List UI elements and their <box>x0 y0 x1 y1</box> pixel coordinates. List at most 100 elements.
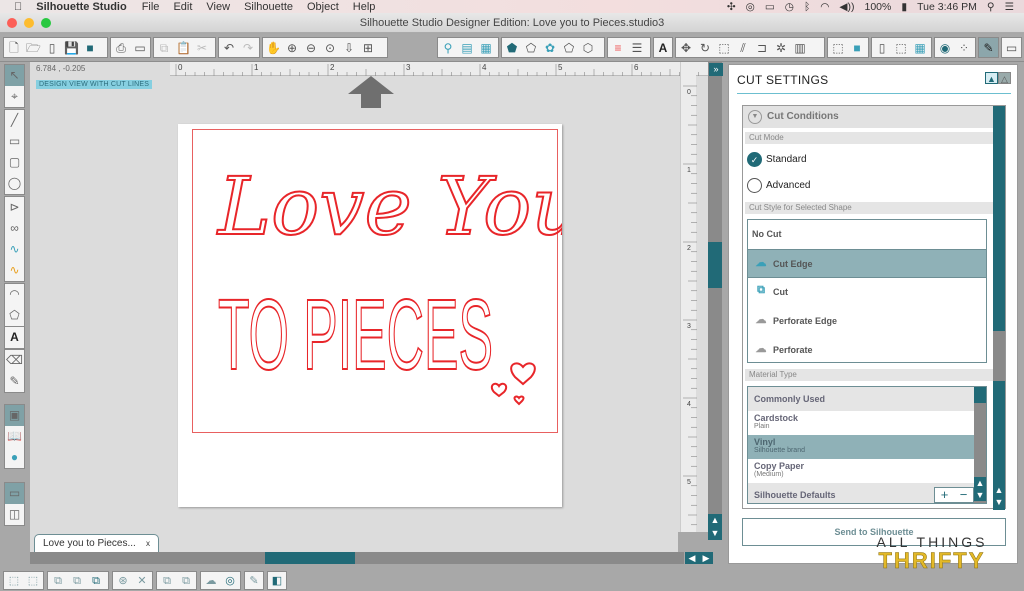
offset-icon[interactable]: ▥ <box>793 41 807 55</box>
design-artwork[interactable]: Love You TO PIECES <box>178 124 562 507</box>
library-icon[interactable]: ▯ <box>45 41 59 55</box>
menu-edit[interactable]: Edit <box>173 1 192 13</box>
zoom-select-icon[interactable]: ⊙ <box>323 41 337 55</box>
heart-large[interactable] <box>510 362 536 386</box>
pixscan-icon[interactable]: ⬡ <box>581 41 595 55</box>
cut-icon[interactable]: ✂ <box>195 41 209 55</box>
cut-style-perforate[interactable]: ☁ Perforate <box>748 336 986 365</box>
shear-icon[interactable]: ⫽ <box>736 41 750 55</box>
align-icon[interactable]: ⊐ <box>755 41 769 55</box>
vertical-scroll-thumb[interactable] <box>708 242 722 288</box>
undo-icon[interactable]: ↶ <box>222 41 236 55</box>
radio-checked-icon[interactable]: ✓ <box>747 152 762 167</box>
material-scroll-down[interactable]: ▼ <box>974 489 986 501</box>
cut-style-perforate-edge[interactable]: ☁ Perforate Edge <box>748 307 986 336</box>
scroll-up-button[interactable]: ▲ <box>708 514 722 527</box>
material-vinyl[interactable]: Vinyl Silhouette brand <box>748 435 986 459</box>
modify-icon[interactable]: ☁ <box>204 574 218 588</box>
transform-icon[interactable]: ✥ <box>679 41 693 55</box>
select-tool-icon[interactable]: ↖ <box>5 65 24 86</box>
material-cardstock[interactable]: Cardstock Plain <box>748 411 986 435</box>
send-icon[interactable]: ▭ <box>1005 41 1018 55</box>
arc-tool-icon[interactable]: ◠ <box>5 284 24 305</box>
dropbox-icon[interactable]: ✣ <box>727 1 736 13</box>
curve-tool-icon[interactable]: ∞ <box>5 218 24 239</box>
release-compound-path-icon[interactable]: ⧉ <box>70 574 84 588</box>
zoom-window-button[interactable] <box>41 18 51 28</box>
single-view-icon[interactable]: ▭ <box>5 483 24 504</box>
menu-silhouette[interactable]: Silhouette <box>244 1 293 13</box>
heart-small[interactable] <box>513 395 525 406</box>
scroll-down-button[interactable]: ▼ <box>708 527 722 540</box>
ungroup-icon[interactable]: ⬚ <box>26 574 40 588</box>
scale-icon[interactable]: ⬚ <box>717 41 731 55</box>
rectangle-tool-icon[interactable]: ▭ <box>5 131 24 152</box>
ellipse-tool-icon[interactable]: ◯ <box>5 173 24 194</box>
cut-style-no-cut[interactable]: No Cut <box>748 220 986 249</box>
minimize-window-button[interactable] <box>24 18 34 28</box>
expand-panel-button[interactable]: » <box>709 63 723 76</box>
redo-icon[interactable]: ↷ <box>241 41 255 55</box>
zoom-in-icon[interactable]: ⊕ <box>285 41 299 55</box>
pan-hand-icon[interactable]: ✋ <box>266 41 281 55</box>
drag-zoom-icon[interactable]: ⇩ <box>342 41 356 55</box>
print-icon[interactable]: ⎙ <box>114 41 128 55</box>
shadow-icon[interactable]: ✿ <box>543 41 557 55</box>
weld-icon[interactable]: ⊛ <box>116 574 130 588</box>
grid-icon[interactable]: ▦ <box>913 41 927 55</box>
gradient-icon[interactable]: ▤ <box>460 41 474 55</box>
send-backward-icon[interactable]: ⧉ <box>160 574 174 588</box>
trace-tool-icon[interactable]: ✎ <box>248 574 260 588</box>
fit-to-page-icon[interactable]: ⊞ <box>361 41 375 55</box>
scroll-left-button[interactable]: ◀ <box>685 552 699 564</box>
trace-icon[interactable]: ⬚ <box>831 41 845 55</box>
freehand-tool-icon[interactable]: ∿ <box>5 239 24 260</box>
offset-shape-icon[interactable]: ◎ <box>223 574 237 588</box>
panel-scrollbar[interactable]: ▲ ▼ <box>993 106 1005 510</box>
design-store-icon[interactable]: ⁘ <box>957 41 971 55</box>
scroll-right-button[interactable]: ▶ <box>699 552 713 564</box>
save-to-library-icon[interactable]: ■ <box>83 41 97 55</box>
creative-cloud-icon[interactable]: ◎ <box>746 1 755 13</box>
panel-minimize-button[interactable]: △ <box>998 72 1011 84</box>
line-color-icon[interactable]: ⬟ <box>505 41 519 55</box>
delete-icon[interactable]: ✕ <box>135 574 149 588</box>
panel-scroll-up[interactable]: ▲ <box>993 484 1005 496</box>
layers-icon[interactable]: ◧ <box>271 574 283 588</box>
line-settings-icon[interactable]: ≡ <box>611 41 625 55</box>
line-style-icon[interactable]: ⬠ <box>524 41 538 55</box>
menu-view[interactable]: View <box>206 1 230 13</box>
bring-to-front-icon[interactable]: ⧉ <box>89 574 103 588</box>
text-tool-icon[interactable]: A <box>5 327 24 348</box>
library-book-icon[interactable]: 📖 <box>5 426 24 447</box>
bring-forward-icon[interactable]: ⧉ <box>179 574 193 588</box>
add-material-button[interactable]: + <box>941 488 949 502</box>
rounded-rectangle-tool-icon[interactable]: ▢ <box>5 152 24 173</box>
battery-icon[interactable]: ▮ <box>901 1 907 13</box>
smooth-freehand-tool-icon[interactable]: ∿ <box>5 260 24 281</box>
material-copy-paper[interactable]: Copy Paper (Medium) <box>748 459 986 483</box>
new-document-icon[interactable]: 🗋 <box>7 41 21 55</box>
horizontal-scroll-thumb[interactable] <box>265 552 355 564</box>
menu-object[interactable]: Object <box>307 1 339 13</box>
edit-points-tool-icon[interactable]: ⌖ <box>5 86 24 107</box>
cut-conditions-header[interactable]: ▼ Cut Conditions <box>743 106 993 128</box>
design-area-icon[interactable]: ▣ <box>5 405 24 426</box>
cut-mode-advanced[interactable]: Advanced <box>747 178 810 193</box>
paste-icon[interactable]: 📋 <box>176 41 191 55</box>
collapse-chevron-icon[interactable]: ▼ <box>748 110 762 124</box>
knife-icon[interactable]: ■ <box>850 41 864 55</box>
bluetooth-icon[interactable]: ᛒ <box>804 1 810 13</box>
open-folder-icon[interactable]: 🗁 <box>26 41 41 55</box>
cut-settings-icon[interactable]: ✎ <box>982 41 995 55</box>
page-setup-icon[interactable]: ▯ <box>875 41 889 55</box>
airplay-icon[interactable]: ▭ <box>765 1 775 13</box>
remove-material-button[interactable]: − <box>960 488 968 502</box>
menu-help[interactable]: Help <box>353 1 376 13</box>
library-store-icon[interactable]: ◉ <box>938 41 952 55</box>
knife-tool-icon[interactable]: ✎ <box>5 371 24 392</box>
line-weight-icon[interactable]: ☰ <box>630 41 644 55</box>
group-icon[interactable]: ⬚ <box>7 574 21 588</box>
send-to-cutter-icon[interactable]: ▭ <box>133 41 147 55</box>
volume-icon[interactable]: ◀)) <box>839 1 854 13</box>
